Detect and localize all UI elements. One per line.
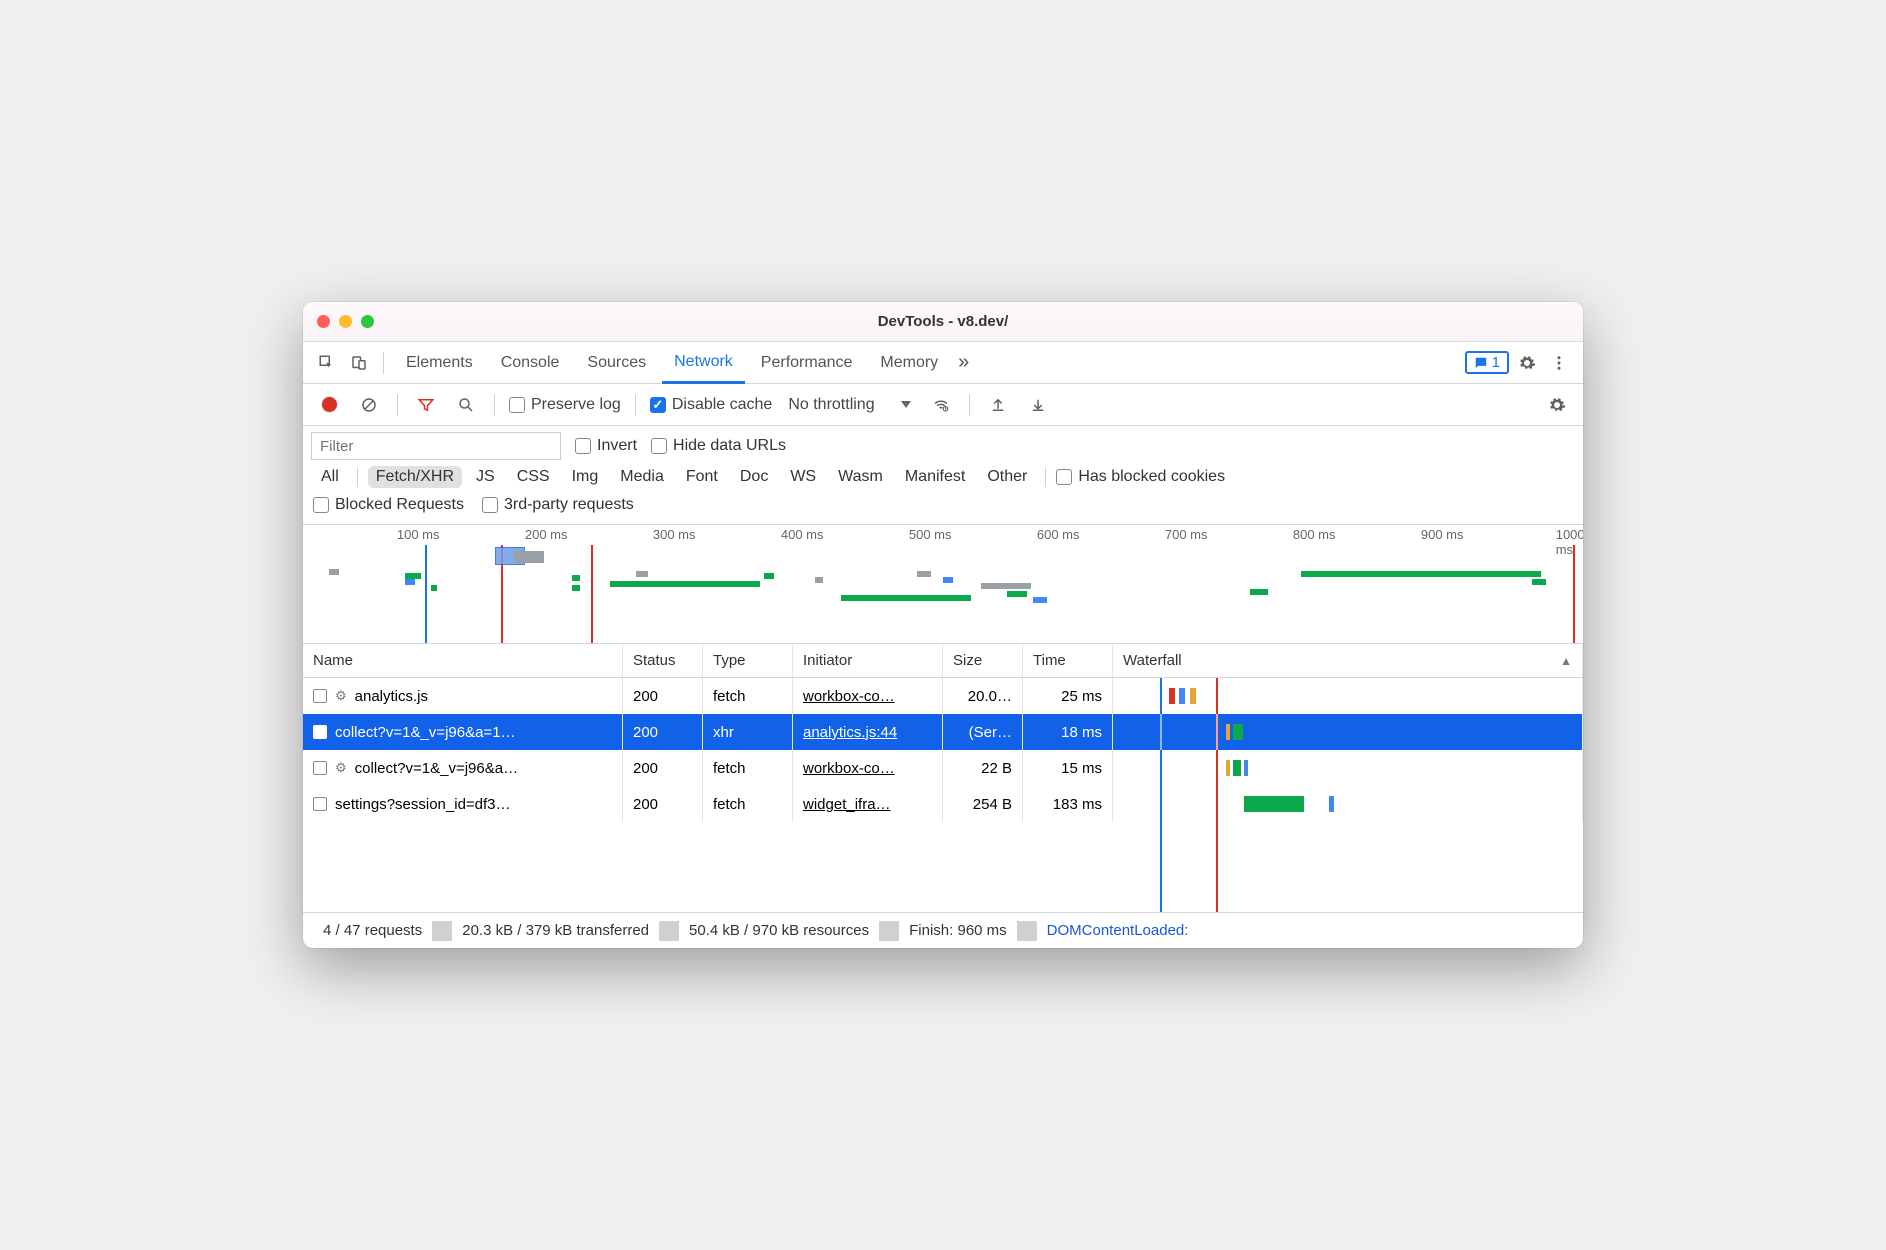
timeline-overview[interactable]: 100 ms 200 ms 300 ms 400 ms 500 ms 600 m…	[303, 524, 1583, 644]
device-toggle-icon[interactable]	[345, 349, 373, 377]
initiator-link[interactable]: workbox-co…	[803, 760, 895, 777]
chip-css[interactable]: CSS	[509, 466, 558, 488]
search-icon[interactable]	[452, 391, 480, 419]
kebab-menu-icon[interactable]	[1545, 349, 1573, 377]
filter-bar: Invert Hide data URLs	[303, 426, 1583, 460]
network-settings-icon[interactable]	[1543, 391, 1571, 419]
settings-icon[interactable]	[1513, 349, 1541, 377]
table-row[interactable]: ⚙collect?v=1&_v=j96&a… 200 fetch workbox…	[303, 750, 1583, 786]
zoom-button[interactable]	[361, 315, 374, 328]
table-row[interactable]: collect?v=1&_v=j96&a=1… 200 xhr analytic…	[303, 714, 1583, 750]
status-resources: 50.4 kB / 970 kB resources	[679, 922, 879, 939]
issues-button[interactable]: 1	[1465, 351, 1509, 374]
resource-type-filter: All Fetch/XHR JS CSS Img Media Font Doc …	[303, 460, 1583, 496]
filter-input[interactable]	[311, 432, 561, 460]
waterfall-cell	[1113, 678, 1583, 714]
waterfall-cell	[1113, 714, 1583, 750]
chip-js[interactable]: JS	[468, 466, 503, 488]
invert-checkbox[interactable]: Invert	[575, 437, 637, 455]
chip-media[interactable]: Media	[612, 466, 672, 488]
waterfall-cell	[1113, 786, 1583, 822]
separator	[383, 352, 384, 374]
more-tabs-icon[interactable]: »	[954, 351, 973, 374]
titlebar: DevTools - v8.dev/	[303, 302, 1583, 342]
chip-manifest[interactable]: Manifest	[897, 466, 973, 488]
chevron-down-icon	[901, 401, 911, 408]
network-conditions-icon[interactable]	[927, 391, 955, 419]
tab-network[interactable]: Network	[662, 343, 745, 384]
col-type[interactable]: Type	[703, 644, 793, 677]
devtools-window: DevTools - v8.dev/ Elements Console Sour…	[303, 302, 1583, 948]
gear-icon: ⚙	[335, 688, 347, 704]
status-finish: Finish: 960 ms	[899, 922, 1017, 939]
blocked-requests-checkbox[interactable]: Blocked Requests	[313, 496, 464, 514]
chip-fetch-xhr[interactable]: Fetch/XHR	[368, 466, 462, 488]
chip-ws[interactable]: WS	[782, 466, 824, 488]
disable-cache-checkbox[interactable]: Disable cache	[650, 396, 773, 414]
resource-type-filter-2: Blocked Requests 3rd-party requests	[303, 496, 1583, 524]
import-har-icon[interactable]	[984, 391, 1012, 419]
table-row[interactable]: settings?session_id=df3… 200 fetch widge…	[303, 786, 1583, 822]
status-bar: 4 / 47 requests 20.3 kB / 379 kB transfe…	[303, 912, 1583, 948]
initiator-link[interactable]: analytics.js:44	[803, 724, 897, 741]
chip-font[interactable]: Font	[678, 466, 726, 488]
chip-doc[interactable]: Doc	[732, 466, 776, 488]
row-checkbox[interactable]	[313, 689, 327, 703]
chip-other[interactable]: Other	[979, 466, 1035, 488]
third-party-checkbox[interactable]: 3rd-party requests	[482, 496, 634, 514]
inspect-icon[interactable]	[313, 349, 341, 377]
main-tabbar: Elements Console Sources Network Perform…	[303, 342, 1583, 384]
col-time[interactable]: Time	[1023, 644, 1113, 677]
timeline-ticks: 100 ms 200 ms 300 ms 400 ms 500 ms 600 m…	[303, 527, 1583, 545]
record-button[interactable]	[315, 391, 343, 419]
minimize-button[interactable]	[339, 315, 352, 328]
initiator-link[interactable]: workbox-co…	[803, 688, 895, 705]
throttling-select[interactable]: No throttling	[784, 394, 914, 416]
status-requests: 4 / 47 requests	[313, 922, 432, 939]
issues-count: 1	[1492, 354, 1500, 371]
tab-console[interactable]: Console	[489, 344, 572, 382]
row-checkbox[interactable]	[313, 761, 327, 775]
chip-wasm[interactable]: Wasm	[830, 466, 891, 488]
hide-data-urls-checkbox[interactable]: Hide data URLs	[651, 437, 786, 455]
chip-img[interactable]: Img	[564, 466, 607, 488]
gear-icon: ⚙	[335, 760, 347, 776]
requests-table: Name Status Type Initiator Size Time Wat…	[303, 644, 1583, 912]
clear-icon[interactable]	[355, 391, 383, 419]
table-row[interactable]: ⚙analytics.js 200 fetch workbox-co… 20.0…	[303, 678, 1583, 714]
col-initiator[interactable]: Initiator	[793, 644, 943, 677]
table-header[interactable]: Name Status Type Initiator Size Time Wat…	[303, 644, 1583, 678]
col-waterfall[interactable]: Waterfall▲	[1113, 644, 1583, 677]
row-checkbox[interactable]	[313, 797, 327, 811]
close-button[interactable]	[317, 315, 330, 328]
initiator-link[interactable]: widget_ifra…	[803, 796, 891, 813]
col-name[interactable]: Name	[303, 644, 623, 677]
filter-icon[interactable]	[412, 391, 440, 419]
tab-performance[interactable]: Performance	[749, 344, 865, 382]
table-empty-area	[303, 822, 1583, 912]
traffic-lights	[317, 315, 374, 328]
tab-memory[interactable]: Memory	[868, 344, 950, 382]
status-transferred: 20.3 kB / 379 kB transferred	[452, 922, 659, 939]
preserve-log-checkbox[interactable]: Preserve log	[509, 396, 621, 414]
tab-elements[interactable]: Elements	[394, 344, 485, 382]
window-title: DevTools - v8.dev/	[303, 313, 1583, 330]
status-domcontentloaded: DOMContentLoaded:	[1037, 922, 1199, 939]
chip-all[interactable]: All	[313, 466, 347, 488]
col-status[interactable]: Status	[623, 644, 703, 677]
col-size[interactable]: Size	[943, 644, 1023, 677]
tab-sources[interactable]: Sources	[575, 344, 658, 382]
export-har-icon[interactable]	[1024, 391, 1052, 419]
network-toolbar: Preserve log Disable cache No throttling	[303, 384, 1583, 426]
has-blocked-cookies-checkbox[interactable]: Has blocked cookies	[1056, 468, 1225, 486]
waterfall-cell	[1113, 750, 1583, 786]
row-checkbox[interactable]	[313, 725, 327, 739]
